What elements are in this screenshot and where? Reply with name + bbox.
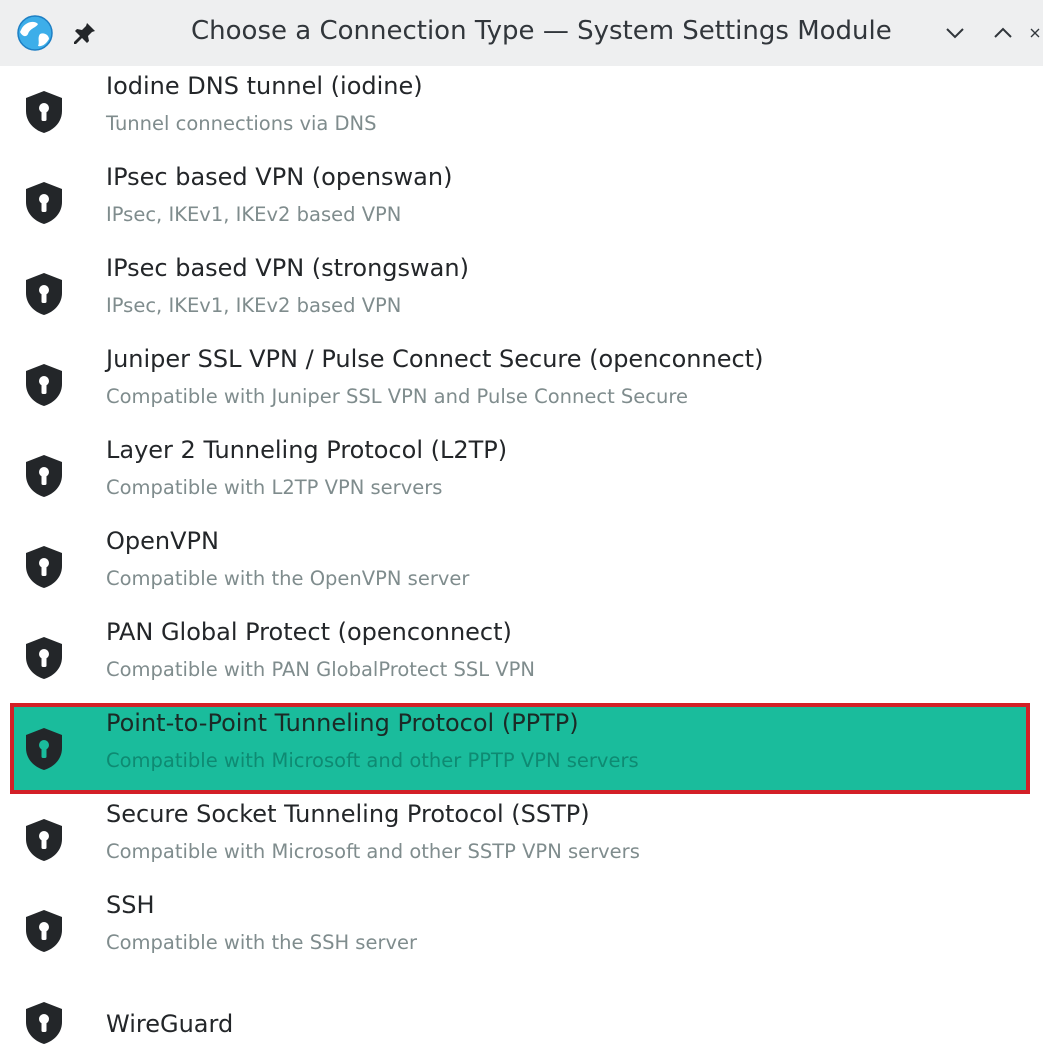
connection-item-4[interactable]: Juniper SSL VPN / Pulse Connect Secure (… (10, 339, 1030, 430)
connection-item-2[interactable]: IPsec based VPN (openswan) IPsec, IKEv1,… (10, 157, 1030, 248)
connection-name: Layer 2 Tunneling Protocol (L2TP) (106, 436, 508, 464)
connection-item-8[interactable]: Point-to-Point Tunneling Protocol (PPTP)… (10, 703, 1030, 794)
vpn-shield-icon (26, 637, 62, 679)
close-button[interactable] (1027, 14, 1043, 52)
vpn-shield-icon (26, 182, 62, 224)
close-icon (1030, 28, 1040, 38)
connection-item-9[interactable]: Secure Socket Tunneling Protocol (SSTP) … (10, 794, 1030, 885)
globe-icon[interactable] (16, 14, 54, 52)
connection-item-3[interactable]: IPsec based VPN (strongswan) IPsec, IKEv… (10, 248, 1030, 339)
connection-name: Point-to-Point Tunneling Protocol (PPTP) (106, 709, 579, 737)
connection-name: Secure Socket Tunneling Protocol (SSTP) (106, 800, 590, 828)
connection-item-7[interactable]: PAN Global Protect (openconnect) Compati… (10, 612, 1030, 703)
connection-type-window: Choose a Connection Type — System Settin… (0, 0, 1043, 1059)
vpn-shield-icon (26, 1002, 62, 1044)
minimize-button[interactable] (935, 14, 975, 52)
connection-name: Juniper SSL VPN / Pulse Connect Secure (… (106, 345, 764, 373)
connection-description: IPsec, IKEv1, IKEv2 based VPN (106, 203, 402, 226)
vpn-shield-icon (26, 364, 62, 406)
window-controls (927, 14, 1043, 52)
vpn-shield-icon (26, 910, 62, 952)
vpn-shield-icon (26, 819, 62, 861)
connection-item-10[interactable]: SSH Compatible with the SSH server (10, 885, 1030, 976)
chevron-down-icon (946, 28, 964, 39)
connection-item-1[interactable]: Iodine DNS tunnel (iodine) Tunnel connec… (10, 66, 1030, 157)
title-bar-left (16, 14, 98, 52)
maximize-button[interactable] (983, 14, 1023, 52)
connection-name: Iodine DNS tunnel (iodine) (106, 72, 423, 100)
connection-name: WireGuard (106, 1010, 234, 1038)
connection-name: PAN Global Protect (openconnect) (106, 618, 512, 646)
pin-icon[interactable] (72, 20, 98, 46)
vpn-shield-icon (26, 455, 62, 497)
connection-name: IPsec based VPN (openswan) (106, 163, 453, 191)
vpn-shield-icon (26, 273, 62, 315)
vpn-shield-icon (26, 546, 62, 588)
vpn-shield-icon (26, 728, 62, 770)
vpn-shield-icon (26, 91, 62, 133)
connection-description: Compatible with L2TP VPN servers (106, 476, 443, 499)
connection-description: Compatible with Juniper SSL VPN and Puls… (106, 385, 688, 408)
title-bar[interactable]: Choose a Connection Type — System Settin… (0, 0, 1043, 66)
connection-description: Tunnel connections via DNS (106, 112, 377, 135)
connection-description: Compatible with Microsoft and other SSTP… (106, 840, 640, 863)
window-title: Choose a Connection Type — System Settin… (191, 16, 892, 46)
connection-description: Compatible with PAN GlobalProtect SSL VP… (106, 658, 535, 681)
connection-item-11[interactable]: WireGuard (10, 976, 1030, 1059)
chevron-up-icon (994, 27, 1012, 38)
connection-description: Compatible with the SSH server (106, 931, 418, 954)
connection-description: Compatible with Microsoft and other PPTP… (106, 749, 639, 772)
connection-description: Compatible with the OpenVPN server (106, 567, 470, 590)
connection-description: IPsec, IKEv1, IKEv2 based VPN (106, 294, 402, 317)
connection-name: OpenVPN (106, 527, 219, 555)
connection-name: IPsec based VPN (strongswan) (106, 254, 469, 282)
connection-name: SSH (106, 891, 155, 919)
connection-type-list: Iodine DNS tunnel (iodine) Tunnel connec… (10, 66, 1030, 1059)
connection-item-6[interactable]: OpenVPN Compatible with the OpenVPN serv… (10, 521, 1030, 612)
connection-item-5[interactable]: Layer 2 Tunneling Protocol (L2TP) Compat… (10, 430, 1030, 521)
